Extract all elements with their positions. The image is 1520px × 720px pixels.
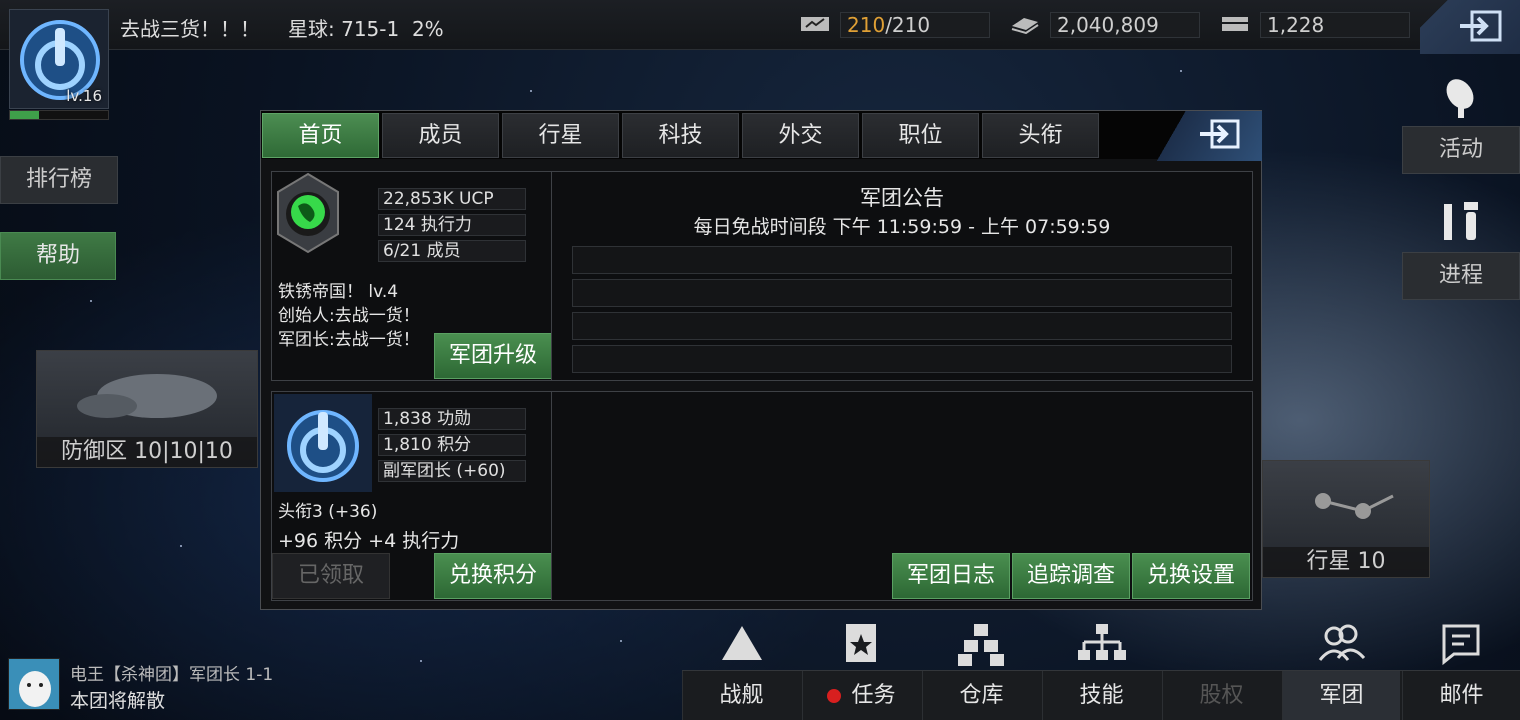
planet-percent: 2%	[411, 17, 444, 41]
personal-position: 副军团长 (+60)	[378, 460, 526, 482]
nav-equity[interactable]: 股权	[1162, 671, 1280, 720]
fleet-image	[77, 374, 217, 418]
personal-info-box: 1,838 功勋 1,810 积分 副军团长 (+60) 头衔3 (+36) +…	[271, 391, 553, 601]
track-investigation-button[interactable]: 追踪调查	[1012, 553, 1130, 599]
star	[530, 90, 532, 92]
help-button[interactable]: 帮助	[0, 232, 116, 280]
nav-mail[interactable]: 邮件	[1402, 671, 1520, 720]
chat-avatar[interactable]	[8, 658, 60, 710]
legion-action-power: 124 执行力	[378, 214, 526, 236]
credits-display: 2,040,809	[1050, 12, 1200, 38]
tab-home[interactable]: 首页	[262, 113, 379, 158]
progress-button[interactable]: 进程	[1402, 252, 1520, 300]
skill-tree-icon[interactable]	[1072, 620, 1132, 668]
planet-info: 星球: 715-1 2%	[288, 13, 444, 42]
notice-line	[572, 312, 1232, 340]
personal-merit: 1,838 功勋	[378, 408, 526, 430]
ranking-button[interactable]: 排行榜	[0, 156, 118, 204]
defense-zone-label: 防御区 10|10|10	[37, 437, 257, 467]
tab-planets[interactable]: 行星	[502, 113, 619, 158]
legion-leader: 军团长:去战一货！	[278, 330, 420, 350]
star	[180, 545, 182, 547]
energy-current: 210	[847, 13, 886, 37]
daily-bonus: +96 积分 +4 执行力	[278, 530, 460, 552]
legion-info-box: 22,853K UCP 124 执行力 6/21 成员 铁锈帝国！ lv.4 创…	[271, 171, 553, 381]
actions-box: 军团日志 追踪调查 兑换设置	[551, 391, 1253, 601]
legion-upgrade-button[interactable]: 军团升级	[434, 333, 552, 379]
bottom-nav: 战舰 任务 仓库 技能 股权 军团 邮件	[682, 670, 1520, 720]
tab-titles[interactable]: 头衔	[982, 113, 1099, 158]
legion-panel: 首页 成员 行星 科技 外交 职位 头衔 22,853K UCP 124 执行力…	[260, 110, 1262, 610]
warehouse-icon[interactable]	[952, 620, 1012, 668]
nav-mission-label: 任务	[851, 683, 896, 708]
star	[420, 660, 422, 662]
tools-icon[interactable]	[1432, 198, 1492, 246]
nav-legion[interactable]: 军团	[1282, 671, 1400, 720]
chat-message[interactable]: 本团将解散	[70, 686, 165, 713]
legion-globe-emblem	[277, 172, 339, 254]
personal-points: 1,810 积分	[378, 434, 526, 456]
defense-zone-tile[interactable]: 防御区 10|10|10	[36, 350, 258, 468]
claimed-button[interactable]: 已领取	[272, 553, 390, 599]
events-button[interactable]: 活动	[1402, 126, 1520, 174]
close-panel-button[interactable]	[1156, 111, 1262, 161]
notice-line	[572, 246, 1232, 274]
dog-avatar-icon	[19, 671, 51, 707]
legion-members: 6/21 成员	[378, 240, 526, 262]
chat-sender: 电王【杀神团】军团长 1-1	[70, 665, 274, 685]
xp-bar	[9, 110, 109, 120]
personal-title: 头衔3 (+36)	[278, 502, 378, 522]
notice-box: 军团公告 每日免战时间段 下午 11:59:59 - 上午 07:59:59	[551, 171, 1253, 381]
legion-members-icon[interactable]	[1312, 620, 1372, 668]
nav-skill[interactable]: 技能	[1042, 671, 1160, 720]
exit-icon	[1200, 119, 1240, 149]
nav-ship[interactable]: 战舰	[682, 671, 800, 720]
logout-button[interactable]	[1420, 0, 1520, 54]
exchange-points-button[interactable]: 兑换积分	[434, 553, 552, 599]
player-avatar[interactable]: lv.16	[9, 9, 109, 109]
planet-label: 星球: 715-1	[288, 17, 400, 41]
satellite-icon[interactable]	[1432, 72, 1492, 120]
notice-line	[572, 279, 1232, 307]
player-emblem-icon	[274, 394, 372, 492]
mission-alert-dot	[827, 689, 842, 703]
energy-display: 210/210	[840, 12, 990, 38]
credits-icon	[1010, 14, 1040, 35]
energy-max: /210	[885, 13, 931, 37]
notice-line	[572, 345, 1232, 373]
nav-warehouse[interactable]: 仓库	[922, 671, 1040, 720]
player-name: 去战三货！！！	[120, 17, 260, 41]
notice-title: 军团公告	[860, 186, 944, 210]
star	[620, 640, 622, 642]
crystal-display: 1,228	[1260, 12, 1410, 38]
tab-members[interactable]: 成员	[382, 113, 499, 158]
legion-log-button[interactable]: 军团日志	[892, 553, 1010, 599]
tab-positions[interactable]: 职位	[862, 113, 979, 158]
star	[1180, 70, 1182, 72]
planet-tile[interactable]: 行星 10	[1262, 460, 1430, 578]
legion-ucp: 22,853K UCP	[378, 188, 526, 210]
player-level: lv.16	[66, 87, 102, 105]
planet-tile-label: 行星 10	[1263, 547, 1429, 577]
legion-founder: 创始人:去战一货！	[278, 306, 420, 326]
nav-mission[interactable]: 任务	[802, 671, 920, 720]
legion-name-level: 铁锈帝国！ lv.4	[278, 282, 399, 302]
ship-icon[interactable]	[712, 620, 772, 668]
energy-icon	[800, 14, 830, 34]
truce-period: 每日免战时间段 下午 11:59:59 - 上午 07:59:59	[693, 216, 1111, 238]
tab-tech[interactable]: 科技	[622, 113, 739, 158]
tab-diplomacy[interactable]: 外交	[742, 113, 859, 158]
crystal-icon	[1220, 14, 1250, 34]
panel-tabs: 首页 成员 行星 科技 外交 职位 头衔	[261, 111, 1262, 161]
star	[90, 300, 92, 302]
exchange-settings-button[interactable]: 兑换设置	[1132, 553, 1250, 599]
mail-icon[interactable]	[1432, 620, 1492, 668]
exit-icon	[1460, 10, 1502, 42]
station-image	[1315, 493, 1394, 519]
mission-icon[interactable]	[832, 620, 892, 668]
